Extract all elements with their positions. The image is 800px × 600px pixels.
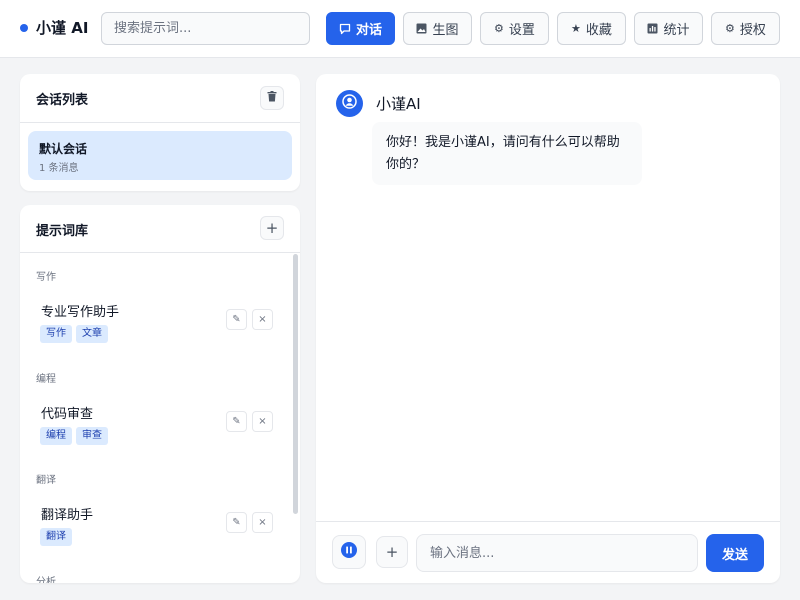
gear-icon: ⚙ bbox=[725, 22, 735, 35]
edit-prompt-button[interactable]: ✎ bbox=[226, 411, 247, 432]
conversation-message-count: 1 条消息 bbox=[39, 163, 79, 174]
conversation-item[interactable]: 默认会话 1 条消息 bbox=[28, 131, 292, 180]
search-input[interactable] bbox=[101, 12, 310, 45]
top-bar: 小谨 AI 对话 生图 ⚙ 设置 ★ 收藏 统计 ⚙ 授权 bbox=[0, 0, 800, 58]
chat-panel: 小谨AI 你好！我是小谨AI，请问有什么可以帮助你的？ + 发送 bbox=[316, 74, 780, 583]
bot-name: 小谨AI bbox=[376, 95, 421, 113]
prompt-name: 翻译助手 bbox=[41, 508, 94, 523]
close-icon: × bbox=[258, 314, 267, 325]
conversation-name: 默认会话 bbox=[39, 142, 88, 156]
scrollbar[interactable] bbox=[293, 254, 298, 514]
add-prompt-button[interactable]: + bbox=[260, 216, 284, 240]
nav-image-button[interactable]: 生图 bbox=[403, 12, 472, 45]
nav-favorites-button[interactable]: ★ 收藏 bbox=[557, 12, 626, 45]
image-icon bbox=[416, 23, 427, 34]
category-label: 分析 bbox=[36, 577, 56, 583]
conversation-list-panel: 会话列表 默认会话 1 条消息 bbox=[20, 74, 300, 191]
prompt-item[interactable]: 代码审查 编程 审查 ✎ × bbox=[36, 401, 288, 461]
edit-prompt-button[interactable]: ✎ bbox=[226, 309, 247, 330]
nav-image-label: 生图 bbox=[432, 23, 459, 38]
prompt-list[interactable]: 写作 专业写作助手 写作 文章 ✎ × 编程 代码审查 编程 审查 ✎ × 翻译… bbox=[20, 254, 300, 583]
assistant-message: 你好！我是小谨AI，请问有什么可以帮助你的？ bbox=[372, 122, 642, 185]
prompt-tag: 文章 bbox=[76, 325, 108, 343]
gear-icon: ⚙ bbox=[494, 22, 504, 35]
prompt-name: 代码审查 bbox=[41, 407, 94, 422]
close-icon: × bbox=[258, 416, 267, 427]
pause-button[interactable] bbox=[332, 535, 366, 569]
plus-icon: + bbox=[385, 543, 399, 561]
bot-avatar bbox=[336, 90, 363, 117]
delete-prompt-button[interactable]: × bbox=[252, 512, 273, 533]
close-icon: × bbox=[258, 517, 267, 528]
prompt-name: 专业写作助手 bbox=[41, 305, 120, 320]
chat-bubble-icon bbox=[339, 23, 351, 35]
category-label: 编程 bbox=[36, 374, 56, 385]
category-label: 写作 bbox=[36, 272, 56, 283]
divider bbox=[20, 252, 300, 253]
pencil-icon: ✎ bbox=[232, 416, 241, 427]
nav-chat-button[interactable]: 对话 bbox=[326, 12, 395, 45]
prompt-item[interactable]: 专业写作助手 写作 文章 ✎ × bbox=[36, 299, 288, 359]
conversation-list-title: 会话列表 bbox=[36, 93, 89, 108]
pause-icon bbox=[341, 542, 357, 562]
add-attachment-button[interactable]: + bbox=[376, 536, 408, 568]
prompt-tag: 写作 bbox=[40, 325, 72, 343]
prompt-library-panel: 提示词库 + 写作 专业写作助手 写作 文章 ✎ × 编程 代码审查 编程 审查… bbox=[20, 205, 300, 583]
bar-chart-icon bbox=[647, 23, 658, 34]
nav-settings-label: 设置 bbox=[508, 23, 535, 38]
pencil-icon: ✎ bbox=[232, 517, 241, 528]
send-button[interactable]: 发送 bbox=[706, 534, 764, 572]
app-title: 小谨 AI bbox=[36, 19, 89, 37]
nav-chat-label: 对话 bbox=[355, 23, 382, 38]
nav-stats-button[interactable]: 统计 bbox=[634, 12, 703, 45]
nav-settings-button[interactable]: ⚙ 设置 bbox=[480, 12, 549, 45]
prompt-tag: 翻译 bbox=[40, 528, 72, 546]
delete-conversations-button[interactable] bbox=[260, 86, 284, 110]
divider bbox=[20, 122, 300, 123]
nav-favorites-label: 收藏 bbox=[585, 23, 612, 38]
category-label: 翻译 bbox=[36, 475, 56, 486]
message-input[interactable] bbox=[416, 534, 698, 572]
nav-license-label: 授权 bbox=[739, 23, 766, 38]
pencil-icon: ✎ bbox=[232, 314, 241, 325]
edit-prompt-button[interactable]: ✎ bbox=[226, 512, 247, 533]
prompt-tag: 审查 bbox=[76, 427, 108, 445]
nav-stats-label: 统计 bbox=[663, 23, 690, 38]
prompt-tag: 编程 bbox=[40, 427, 72, 445]
plus-icon: + bbox=[265, 219, 279, 237]
prompt-item[interactable]: 翻译助手 翻译 ✎ × bbox=[36, 502, 288, 562]
delete-prompt-button[interactable]: × bbox=[252, 411, 273, 432]
star-icon: ★ bbox=[571, 22, 581, 35]
trash-icon bbox=[267, 90, 277, 106]
nav-license-button[interactable]: ⚙ 授权 bbox=[711, 12, 780, 45]
delete-prompt-button[interactable]: × bbox=[252, 309, 273, 330]
divider bbox=[316, 521, 780, 522]
brand-dot-icon bbox=[20, 24, 28, 32]
user-circle-icon bbox=[342, 94, 357, 113]
prompt-library-title: 提示词库 bbox=[36, 224, 89, 239]
